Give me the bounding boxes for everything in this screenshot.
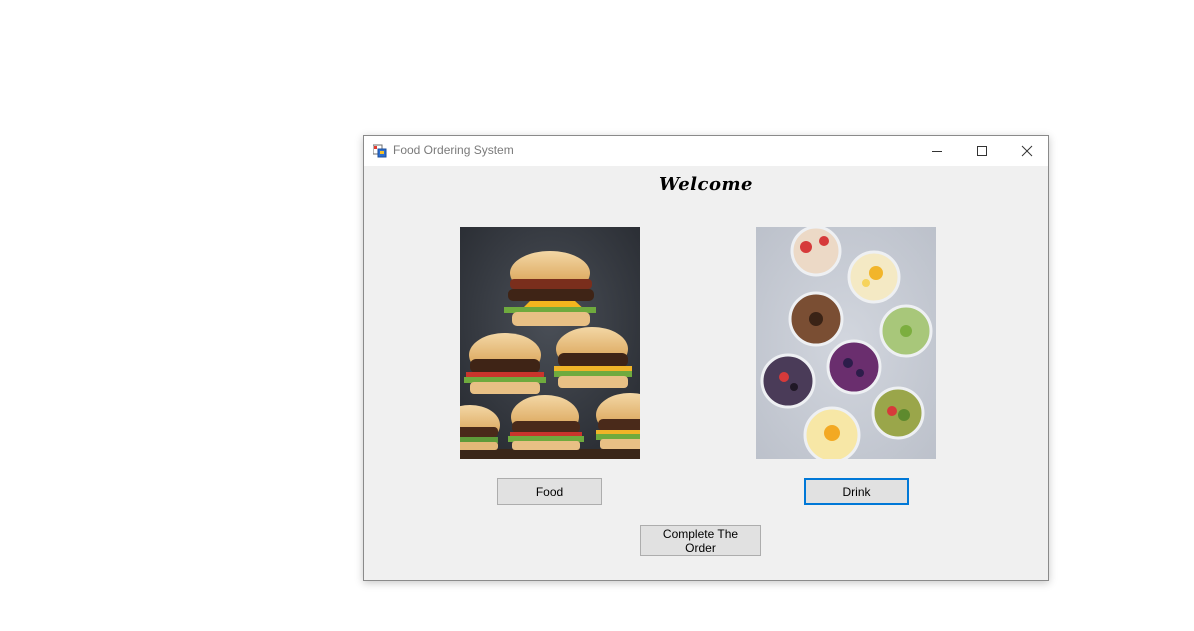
minimize-icon <box>931 151 942 152</box>
app-icon <box>373 144 387 158</box>
minimize-button[interactable] <box>914 136 959 166</box>
close-button[interactable] <box>1004 136 1049 166</box>
maximize-button[interactable] <box>959 136 1004 166</box>
drink-picture <box>756 227 936 459</box>
complete-order-button[interactable]: Complete The Order <box>640 525 761 556</box>
desktop: Food Ordering System Welcome Food Drink … <box>0 0 1194 631</box>
drink-button[interactable]: Drink <box>804 478 909 505</box>
maximize-icon <box>976 146 987 156</box>
window-title: Food Ordering System <box>393 143 514 157</box>
food-button[interactable]: Food <box>497 478 602 505</box>
app-window: Food Ordering System Welcome Food Drink … <box>363 135 1049 581</box>
close-icon <box>1021 145 1032 157</box>
title-bar[interactable]: Food Ordering System <box>364 136 1048 166</box>
food-picture <box>460 227 640 459</box>
welcome-heading: Welcome <box>658 174 753 195</box>
